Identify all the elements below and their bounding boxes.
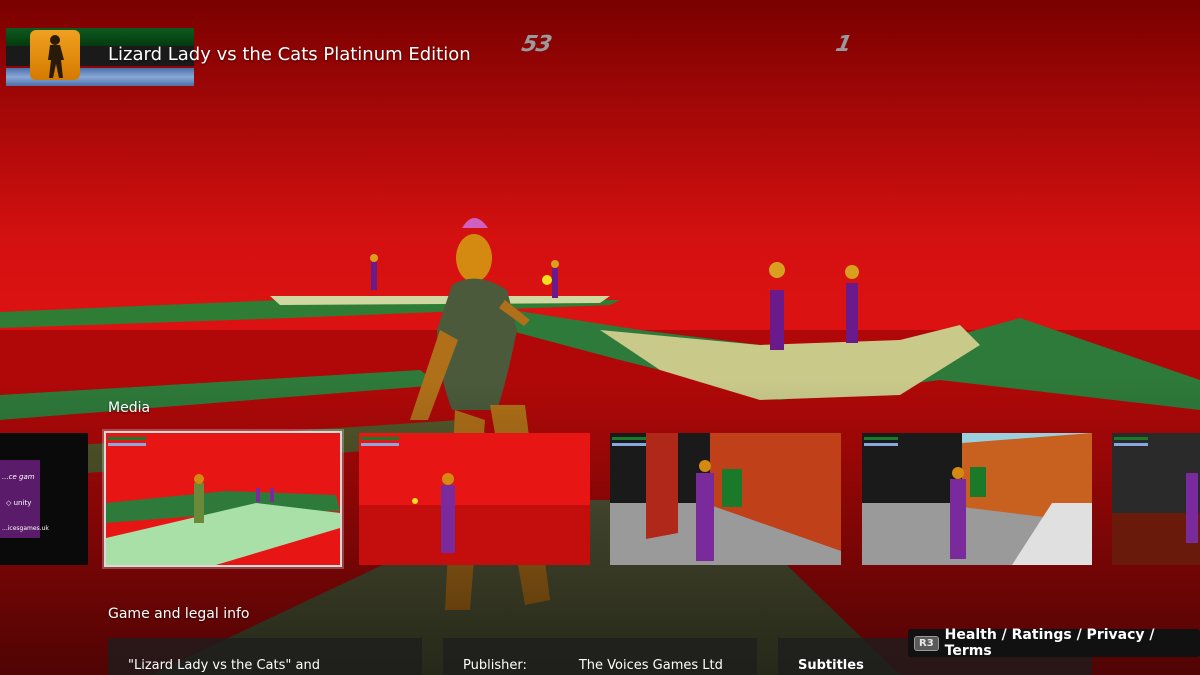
media-tile-screenshot-5[interactable] [1112,433,1200,565]
unity-logo-label: ◇ unity [6,499,32,507]
unity-icon: ◇ [6,499,12,507]
hint-text: Health / Ratings / Privacy / Terms [944,627,1155,659]
trademark-text: "Lizard Lady vs the Cats" and [128,658,320,673]
legal-info-heading: Game and legal info [108,606,250,622]
game-background-scene [0,0,1200,675]
r3-button-icon: R3 [914,635,939,651]
publisher-label: Publisher: [463,658,527,673]
media-carousel[interactable]: ...ce gam ◇ unity ...icesgames.uk [0,431,1200,567]
media-tile-screenshot-4[interactable] [862,433,1092,565]
media-tile-promo[interactable]: ...ce gam ◇ unity ...icesgames.uk [0,433,88,565]
promo-text-line: ...ce gam [2,473,35,481]
legal-card-publisher[interactable]: Publisher: The Voices Games Ltd [443,638,757,675]
game-icon [30,30,80,80]
health-ratings-privacy-terms-hint[interactable]: R3 Health / Ratings / Privacy / Terms [908,627,1200,659]
media-tile-screenshot-3[interactable] [610,433,841,565]
media-tile-screenshot-2[interactable] [359,433,590,565]
legal-card-trademark[interactable]: "Lizard Lady vs the Cats" and [108,638,422,675]
publisher-value: The Voices Games Ltd [578,658,723,673]
subtitles-label: Subtitles [798,658,864,673]
media-tile-screenshot-1[interactable] [104,431,342,567]
hud-score: 53 [519,32,554,57]
promo-url: ...icesgames.uk [2,525,49,532]
game-title: Lizard Lady vs the Cats Platinum Edition [108,44,471,65]
media-heading: Media [108,400,151,416]
character-silhouette-icon [48,35,64,78]
